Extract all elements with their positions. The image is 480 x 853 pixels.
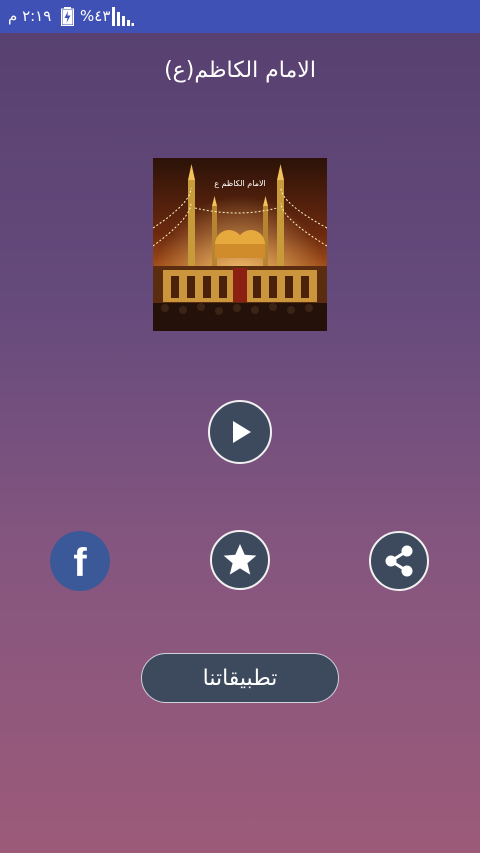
play-button[interactable] xyxy=(208,400,272,464)
status-time: ٢:١٩ م xyxy=(8,7,52,25)
facebook-icon: f xyxy=(73,540,87,585)
share-button[interactable] xyxy=(369,531,429,591)
battery-percent: %٤٣ xyxy=(80,7,111,25)
image-caption: الامام الكاظم ع xyxy=(214,179,266,188)
our-apps-button[interactable]: تطبيقاتنا xyxy=(141,653,339,703)
rate-button[interactable] xyxy=(210,530,270,590)
page-title: الامام الكاظم(ع) xyxy=(164,58,316,83)
share-icon xyxy=(385,545,413,577)
facebook-button[interactable]: f xyxy=(50,531,110,591)
play-icon xyxy=(233,421,251,443)
shrine-image: الامام الكاظم ع xyxy=(153,158,327,331)
signal-icon xyxy=(112,7,134,26)
status-bar: ٢:١٩ م %٤٣ xyxy=(0,0,480,33)
battery-charging-icon xyxy=(61,7,74,26)
star-icon xyxy=(223,544,257,575)
